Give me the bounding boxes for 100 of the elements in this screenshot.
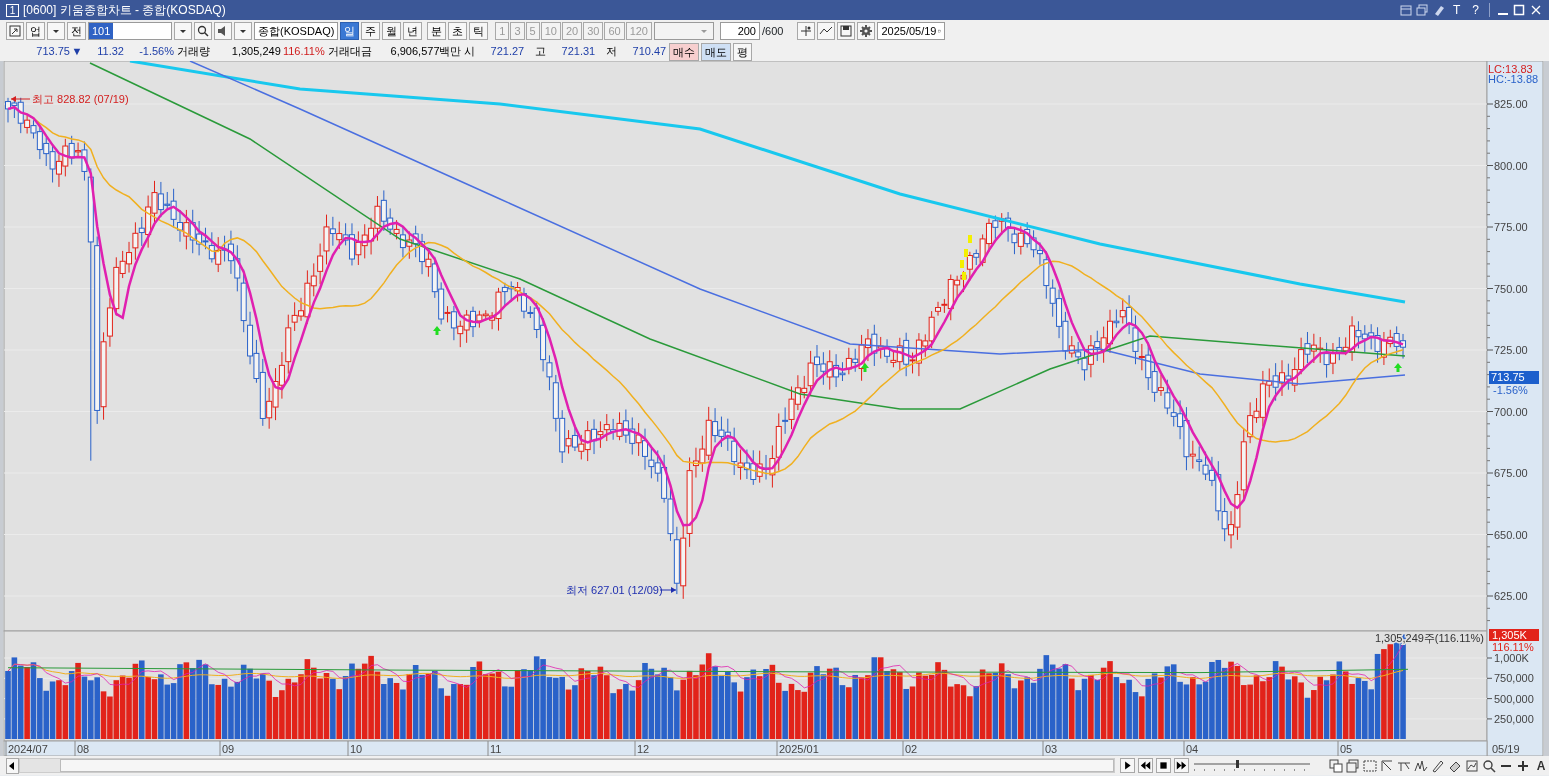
pen-icon[interactable] [1431,758,1445,773]
date-axis-label: 11 [490,743,502,755]
volume-tick-label: 500,000 [1494,692,1534,705]
price-tick-label: 625.00 [1494,590,1528,602]
volume-label: 거래량 [176,44,211,60]
font-size-button[interactable]: A [1533,757,1549,774]
open-price: 721.27 [489,44,525,60]
sell-button[interactable]: 매도 [701,42,731,61]
zoom-slider-icon[interactable] [1192,758,1312,773]
lc-label: LC:13.83 [1488,63,1533,75]
current-change-label: -1.56% [1493,384,1528,396]
date-axis-label: 04 [1186,743,1199,755]
price-tick-label: 650.00 [1494,528,1528,541]
maximize-icon[interactable] [1512,3,1527,17]
up-arrow-icon [1394,363,1402,372]
price-tick-label: 750.00 [1494,282,1528,295]
period-tab[interactable]: 틱 [468,22,488,40]
volume-value: 1,305,249 [230,44,281,60]
dropdown-caret-icon[interactable] [47,22,65,40]
scope-button[interactable]: 전 [67,22,86,40]
change-percent: -1.56% [138,44,174,60]
down-arrow-indicator: ▼ [70,44,84,60]
period-tab[interactable]: 초 [447,22,467,40]
scrollbar-thumb[interactable] [59,759,1114,772]
average-button[interactable]: 평 [733,42,752,61]
left-arrow-icon[interactable] [8,761,17,770]
count-max-label: /600 [762,23,784,39]
last-date-label: 05/19 [1492,743,1520,755]
cascade-icon[interactable] [1415,3,1430,17]
save-icon[interactable] [837,22,856,40]
price-change: 11.32 [96,44,124,60]
date-axis-label: 12 [637,743,650,755]
stop-icon[interactable] [1156,758,1171,773]
period-tab[interactable]: 일 [340,22,359,40]
rewind-icon[interactable] [1138,758,1153,773]
zoom-in-icon[interactable] [1516,758,1530,773]
volume-tick-label: 1,000K [1494,652,1529,664]
date-axis-label: 08 [77,743,90,755]
count-field[interactable]: 200 [720,22,760,40]
wave-icon[interactable] [1414,758,1428,773]
date-axis-label: 2024/07 [8,743,48,755]
signal-marker [964,249,968,257]
low-price: 710.47 [631,44,667,60]
date-axis-label: 02 [905,743,918,755]
play-icon[interactable] [1120,758,1135,773]
buy-button[interactable]: 매수 [669,42,699,61]
period-tab[interactable]: 년 [403,22,422,40]
search-icon[interactable] [194,22,212,40]
period-tab[interactable]: 월 [382,22,401,40]
chart-window-icon[interactable] [1465,758,1479,773]
windows-icon[interactable] [1346,758,1360,773]
settings-icon[interactable] [857,22,876,40]
up-arrow-icon [433,326,441,335]
price-tick-label: 725.00 [1494,344,1528,356]
period-tab[interactable]: 분 [426,22,446,40]
date-value: 2025/05/19 [881,24,937,39]
high-price-note: 최고 828.82 (07/19) [32,93,129,105]
date-axis-label: 09 [222,743,235,755]
hc-label: HC:-13.88 [1488,73,1539,85]
overlay-icon[interactable] [1329,758,1343,773]
date-field[interactable]: 2025/05/19 [877,22,946,40]
crosshair-icon[interactable] [797,22,816,40]
high-label: 고 [535,44,548,60]
title-bar-button[interactable]: ? [1467,2,1484,18]
up-arrow-icon [861,363,869,372]
search-icon[interactable] [1482,758,1496,773]
signal-marker [960,260,964,268]
price-tick-label: 800.00 [1494,159,1528,172]
volume-ratio: 116.11% [281,44,325,60]
interval-combo-field[interactable] [654,22,714,40]
open-label: 시 [464,44,477,60]
close-icon[interactable] [1529,3,1543,17]
speaker-icon[interactable] [214,22,232,40]
fast-forward-icon[interactable] [1174,758,1189,773]
date-axis-label: 03 [1045,743,1058,755]
window-number-badge: 1 [6,3,19,17]
current-volume-tag: 1,305K [1489,629,1539,641]
title-bar-button[interactable]: T [1448,2,1465,18]
price-tick-label: 775.00 [1494,221,1528,233]
scroll-left-button[interactable] [6,757,19,774]
price-tick-label: 700.00 [1494,405,1528,418]
current-price: 713.75 [35,44,70,60]
volume-tick-label: 250,000 [1494,712,1534,725]
index-name-field[interactable]: 종합(KOSDAQ) [254,22,338,40]
cursor-icon[interactable] [1380,758,1394,773]
line-chart-icon[interactable] [817,22,836,40]
highlighter-icon[interactable] [1432,3,1446,17]
period-tab[interactable]: 주 [361,22,380,40]
chart-layout-icon[interactable] [6,22,24,40]
market-select[interactable]: 업 [26,22,45,40]
window-title: [0600] 키움종합차트 - 종합(KOSDAQ) [23,2,226,19]
restore-icon[interactable] [1398,3,1413,17]
high-price: 721.31 [560,44,596,60]
low-price-note: 최저 627.01 (12/09) [566,584,663,596]
low-label: 저 [606,44,619,60]
code-field[interactable]: 101 [88,22,172,40]
price-tick-label: 675.00 [1494,467,1528,479]
trade-value-label: 거래대금 [327,44,373,60]
signal-marker [968,235,972,243]
current-volume-ratio: 116.11% [1492,641,1534,653]
